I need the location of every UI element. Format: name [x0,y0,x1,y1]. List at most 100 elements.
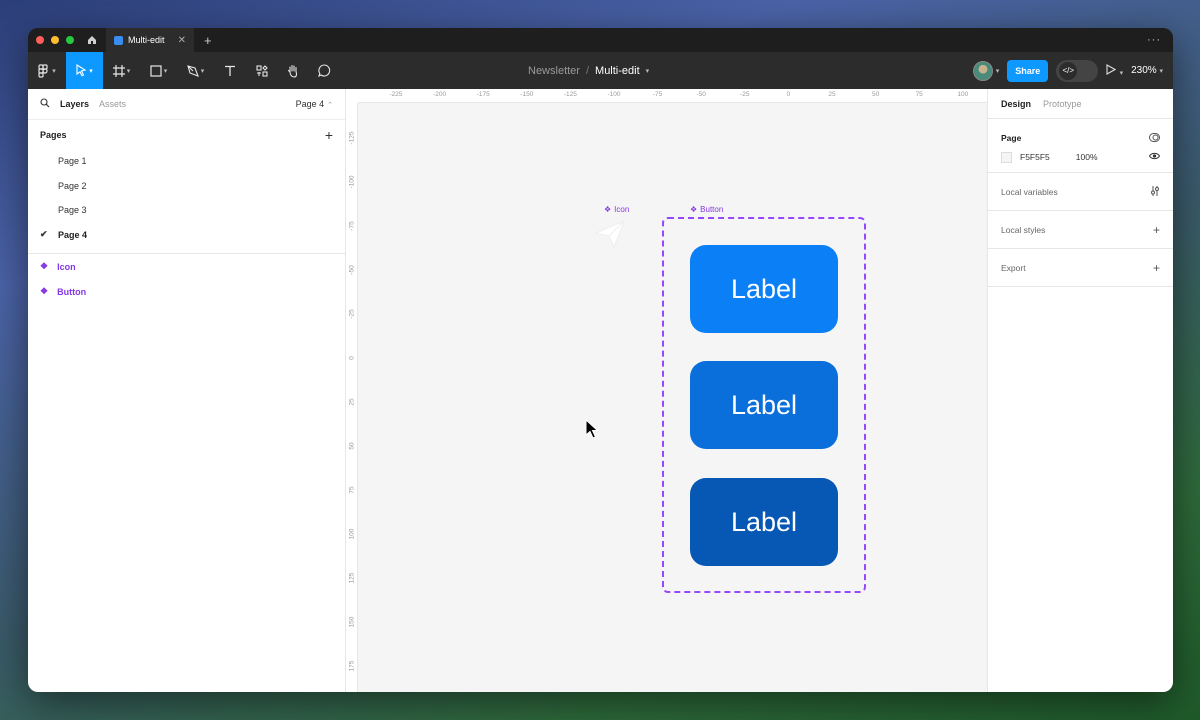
ruler-tick-label: -200 [433,91,447,98]
pen-tool-icon [186,64,199,77]
avatar[interactable] [972,60,993,81]
eye-icon[interactable] [1148,152,1161,163]
shape-tool-icon [150,64,162,77]
ruler-tick-label: -100 [607,91,621,98]
ruler-tick-label: 0 [348,356,356,360]
breadcrumb-separator: / [585,64,590,77]
play-icon [1106,63,1117,75]
ruler-tick-label: -75 [652,91,663,98]
minimize-window-button[interactable] [51,36,59,44]
ruler-tick-label: 75 [915,91,923,98]
paper-plane-icon[interactable] [594,219,626,249]
resources-button[interactable] [246,52,278,89]
home-icon [88,36,96,44]
file-tab[interactable]: Multi-edit ✕ [106,28,194,52]
home-tab[interactable] [78,28,106,52]
ruler-tick-label: -75 [348,221,356,231]
ruler-tick-label: 125 [348,572,356,584]
breadcrumb-project[interactable]: Newsletter [528,65,580,77]
ruler-tick-label: -25 [348,309,356,319]
tab-layers[interactable]: Layers [60,99,89,109]
page-section: Page F5F5F5 100% [988,119,1173,173]
ruler-tick-label: 75 [348,486,356,494]
tab-prototype[interactable]: Prototype [1043,99,1082,109]
mouse-cursor-icon [585,419,599,439]
ruler-tick-label: -125 [348,131,356,145]
pages-header: Pages + [28,119,345,149]
ruler-tick-label: 50 [348,442,356,450]
local-styles-label: Local styles [1001,224,1046,235]
close-tab-icon[interactable]: ✕ [178,35,186,46]
toolbar-right: ▾ Share </> ▾ 230% ▾ [972,52,1163,89]
shape-tool-button[interactable]: ▾ [140,52,177,89]
dev-mode-toggle[interactable]: </> [1056,59,1099,82]
local-variables-label[interactable]: Local variables [1001,187,1058,197]
page-color-value[interactable]: F5F5F5 [1020,152,1050,162]
canvas[interactable]: -225 -200 -175 -150 -125 -100 -75 -50 -25 0 25 50 75… [346,89,987,692]
layer-item-icon[interactable]: ❖ Icon [28,254,345,279]
label-button-pressed[interactable]: Label [690,478,838,566]
ruler-tick-label: -50 [696,91,706,98]
hand-tool-button[interactable] [278,52,308,89]
ruler-tick-label: 25 [348,398,356,406]
add-page-button[interactable]: + [325,127,333,143]
ruler-tick-label: 175 [348,660,356,672]
export-label: Export [1001,262,1026,273]
hand-tool-icon [287,64,298,78]
close-window-button[interactable] [36,36,44,44]
page-opacity-value[interactable]: 100% [1076,152,1098,162]
tab-bar: Multi-edit ✕ + ··· [28,28,1173,52]
new-tab-button[interactable]: + [194,33,222,48]
properties-tabs: Design Prototype [988,89,1173,119]
share-button[interactable]: Share [1007,59,1049,82]
figma-file-icon [114,35,123,45]
maximize-window-button[interactable] [66,36,74,44]
ruler-tick-label: -175 [476,91,490,98]
present-button[interactable]: ▾ [1106,63,1123,78]
figma-menu-icon [38,63,48,78]
sliders-icon[interactable] [1150,185,1160,199]
layer-item-button[interactable]: ❖ Button [28,279,345,304]
zoom-level[interactable]: 230% ▾ [1131,65,1163,76]
page-item[interactable]: Page 3 [28,198,345,223]
icon-frame-label[interactable]: ❖ Icon [604,205,629,214]
page-item[interactable]: Page 2 [28,174,345,199]
add-style-button[interactable]: + [1153,223,1160,237]
page-selector[interactable]: Page 4 ⌃ [296,99,333,109]
chevron-down-icon[interactable]: ▾ [646,67,650,75]
frame-tool-button[interactable]: ▾ [103,52,140,89]
page-color-swatch[interactable] [1001,151,1012,163]
comment-tool-button[interactable] [308,52,340,89]
label-button-hover[interactable]: Label [690,361,838,449]
properties-panel: Design Prototype Page F5F5F5 100% Local [987,89,1173,692]
layers-panel-header: Layers Assets Page 4 ⌃ [28,89,345,119]
app-window: Multi-edit ✕ + ··· ▾ ▾ ▾ ▾ ▾ Newsletter … [28,28,1173,692]
tab-assets[interactable]: Assets [99,99,126,109]
main-menu-button[interactable]: ▾ [28,52,66,89]
ruler-corner [346,89,358,103]
label-button-default[interactable]: Label [690,245,838,333]
tab-design[interactable]: Design [1001,99,1031,109]
chevron-down-icon[interactable]: ▾ [996,67,1000,75]
ruler-left: -125 -100 -75 -50 -25 0 25 50 75 100 125 150 175 [346,103,358,692]
ruler-tick-label: -25 [740,91,750,98]
text-tool-button[interactable] [214,52,246,89]
page-section-title: Page [1001,132,1022,143]
page-item-current[interactable]: ✔ Page 4 [28,223,345,248]
more-options-button[interactable]: ··· [1147,34,1173,46]
pages-title: Pages [40,129,67,140]
toggle-icon[interactable] [1149,131,1160,145]
button-frame-label[interactable]: ❖ Button [690,205,723,214]
page-item[interactable]: Page 1 [28,149,345,174]
export-section: Export + [988,249,1173,287]
add-export-button[interactable]: + [1153,261,1160,275]
pen-tool-button[interactable]: ▾ [177,52,214,89]
component-icon: ❖ [40,286,49,296]
move-tool-button[interactable]: ▾ [66,52,103,89]
ruler-tick-label: -225 [389,91,403,98]
toolbar: ▾ ▾ ▾ ▾ ▾ Newsletter / Multi-edit ▾ ▾ Sh… [28,52,1173,89]
ruler-tick-label: -100 [348,175,356,189]
breadcrumb-file[interactable]: Multi-edit [595,65,640,77]
file-tab-label: Multi-edit [128,35,165,45]
search-icon[interactable] [40,97,50,111]
